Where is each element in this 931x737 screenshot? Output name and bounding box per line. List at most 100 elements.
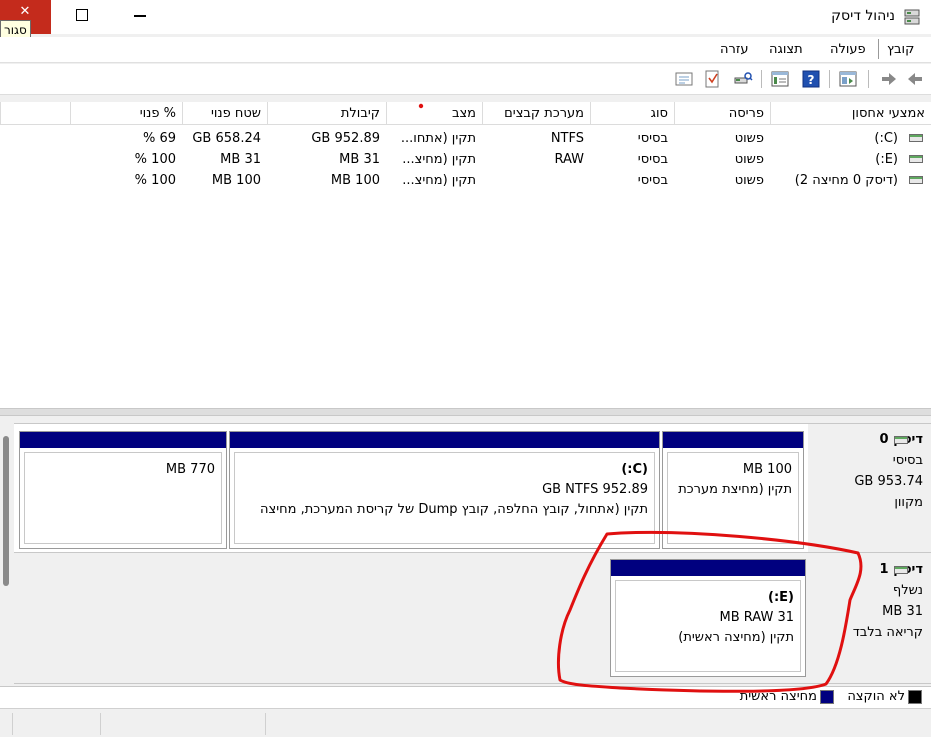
cell-status: תקין (מחיצ...: [402, 152, 476, 167]
table-row[interactable]: 69 % 658.24 GB 952.89 GB תקין (אתחו... N…: [0, 128, 931, 149]
menu-file[interactable]: קובץ: [887, 40, 914, 60]
toolbar-separator: [868, 70, 869, 88]
partition-size: 952.89 GB NTFS: [542, 482, 648, 497]
cell-capacity: 100 MB: [330, 173, 380, 188]
cell-status: תקין (מחיצ...: [402, 173, 476, 188]
menu-bar: קובץ פעולה תצוגה עזרה: [0, 37, 931, 63]
menu-action[interactable]: פעולה: [830, 40, 866, 60]
partition-size: 770 MB: [165, 462, 215, 477]
partition-body: 100 MB תקין (מחיצת מערכת: [667, 452, 799, 544]
menu-view[interactable]: תצוגה: [769, 40, 803, 60]
volume-drive-icon: [909, 176, 923, 184]
back-icon[interactable]: [905, 69, 925, 89]
disk-row: דיסק 1 נשלף 31 MB קריאה בלבד (E:) 31 MB …: [14, 554, 931, 684]
partition-body: (E:) 31 MB RAW תקין (מחיצה ראשית): [615, 580, 801, 672]
cell-volume: (דיסק 0 מחיצה 2): [794, 173, 898, 188]
toolbar: ?: [0, 64, 931, 95]
column-filler: [0, 102, 70, 125]
column-header-file-system[interactable]: מערכת קבצים: [482, 102, 590, 125]
partition-block[interactable]: (C:) 952.89 GB NTFS תקין (אתחול, קובץ הח…: [229, 431, 660, 549]
volume-list: % פנוי שטח פנוי קיבולת מצב מערכת קבצים ס…: [0, 102, 931, 408]
cell-layout: פשוט: [734, 131, 764, 146]
partition-status: תקין (מחיצה ראשית): [678, 630, 794, 645]
disk-drive-icon: [894, 566, 908, 574]
legend-label-unallocated: לא הוקצה: [847, 689, 905, 704]
console-tree-icon[interactable]: [838, 69, 858, 89]
disk-row: דיסק 0 בסיסי 953.74 GB מקוון 100 MB תקין…: [14, 423, 931, 553]
cell-pct-free: 69 %: [142, 131, 176, 146]
disk-management-app-icon: [904, 9, 920, 25]
properties-icon[interactable]: [770, 69, 790, 89]
menu-separator: [878, 39, 879, 59]
menu-help[interactable]: עזרה: [720, 40, 748, 60]
rescan-icon[interactable]: [702, 69, 722, 89]
column-header-status[interactable]: מצב: [386, 102, 482, 125]
table-row[interactable]: 100 % 100 MB 100 MB תקין (מחיצ... בסיסי …: [0, 170, 931, 191]
cell-file-system: RAW: [554, 152, 584, 167]
refresh-icon[interactable]: [674, 69, 694, 89]
window-title: ניהול דיסק: [831, 8, 895, 24]
disk-size: 953.74 GB: [854, 474, 923, 489]
cell-volume: (E:): [875, 152, 898, 167]
pane-splitter[interactable]: [0, 408, 931, 416]
cell-volume: (C:): [874, 131, 898, 146]
disk-type: בסיסי: [892, 453, 923, 468]
disk-info-panel[interactable]: דיסק 1 נשלף 31 MB קריאה בלבד: [808, 554, 931, 682]
cell-free-space: 31 MB: [220, 152, 261, 167]
toolbar-separator: [761, 70, 762, 88]
partition-status: תקין (אתחול, קובץ החלפה, קובץ Dump של קר…: [260, 502, 648, 517]
cell-capacity: 952.89 GB: [311, 131, 380, 146]
partition-label: (C:): [621, 462, 648, 477]
column-header-type[interactable]: סוג: [590, 102, 674, 125]
volume-drive-icon: [909, 134, 923, 142]
toolbar-separator: [829, 70, 830, 88]
partition-block[interactable]: 770 MB: [19, 431, 227, 549]
disk-size: 31 MB: [882, 604, 923, 619]
disk-state: מקוון: [894, 495, 923, 510]
connect-icon[interactable]: [733, 69, 753, 89]
cell-type: בסיסי: [637, 173, 668, 188]
column-header-capacity[interactable]: קיבולת: [267, 102, 386, 125]
cell-file-system: NTFS: [550, 131, 584, 146]
disk-graphical-view: דיסק 0 בסיסי 953.74 GB מקוון 100 MB תקין…: [0, 416, 931, 686]
forward-icon[interactable]: [879, 69, 899, 89]
volume-list-header: % פנוי שטח פנוי קיבולת מצב מערכת קבצים ס…: [0, 102, 931, 125]
partition-size: 100 MB: [742, 462, 792, 477]
partition-body: (C:) 952.89 GB NTFS תקין (אתחול, קובץ הח…: [234, 452, 655, 544]
maximize-button[interactable]: [76, 9, 88, 21]
partition-bar: [20, 432, 226, 448]
cell-free-space: 100 MB: [211, 173, 261, 188]
partition-bar: [230, 432, 659, 448]
column-header-free-space[interactable]: שטח פנוי: [182, 102, 267, 125]
disk-info-panel[interactable]: דיסק 0 בסיסי 953.74 GB מקוון: [808, 424, 931, 552]
title-bar: ✕ סגור ניהול דיסק: [0, 0, 931, 40]
help-icon[interactable]: ?: [801, 69, 821, 89]
partition-status: תקין (מחיצת מערכת: [678, 482, 792, 497]
cell-status: תקין (אתחו...: [400, 131, 476, 146]
legend-label-primary: מחיצה ראשית: [739, 689, 817, 704]
partition-size: 31 MB RAW: [719, 610, 795, 625]
table-row[interactable]: 100 % 31 MB 31 MB תקין (מחיצ... RAW בסיס…: [0, 149, 931, 170]
status-separator: [12, 713, 13, 735]
disk-type: נשלף: [892, 583, 923, 598]
column-header-volume[interactable]: אמצעי אחסון: [770, 102, 931, 125]
volume-drive-icon: [909, 155, 923, 163]
status-separator: [265, 713, 266, 735]
partition-bar: [611, 560, 805, 576]
cell-pct-free: 100 %: [134, 152, 176, 167]
cell-layout: פשוט: [734, 152, 764, 167]
close-icon: ✕: [19, 4, 31, 19]
cell-capacity: 31 MB: [339, 152, 380, 167]
vertical-scrollbar[interactable]: [3, 436, 9, 586]
partition-block[interactable]: (E:) 31 MB RAW תקין (מחיצה ראשית): [610, 559, 806, 677]
svg-text:?: ?: [808, 73, 815, 87]
partition-bar: [663, 432, 803, 448]
column-header-layout[interactable]: פריסה: [674, 102, 770, 125]
cell-file-system: [482, 170, 590, 191]
partition-block[interactable]: 100 MB תקין (מחיצת מערכת: [662, 431, 804, 549]
legend-swatch-unallocated: [908, 690, 922, 704]
column-header-pct-free[interactable]: % פנוי: [70, 102, 182, 125]
cell-pct-free: 100 %: [134, 173, 176, 188]
minimize-button[interactable]: [134, 15, 146, 17]
disk-drive-icon: [894, 436, 908, 444]
